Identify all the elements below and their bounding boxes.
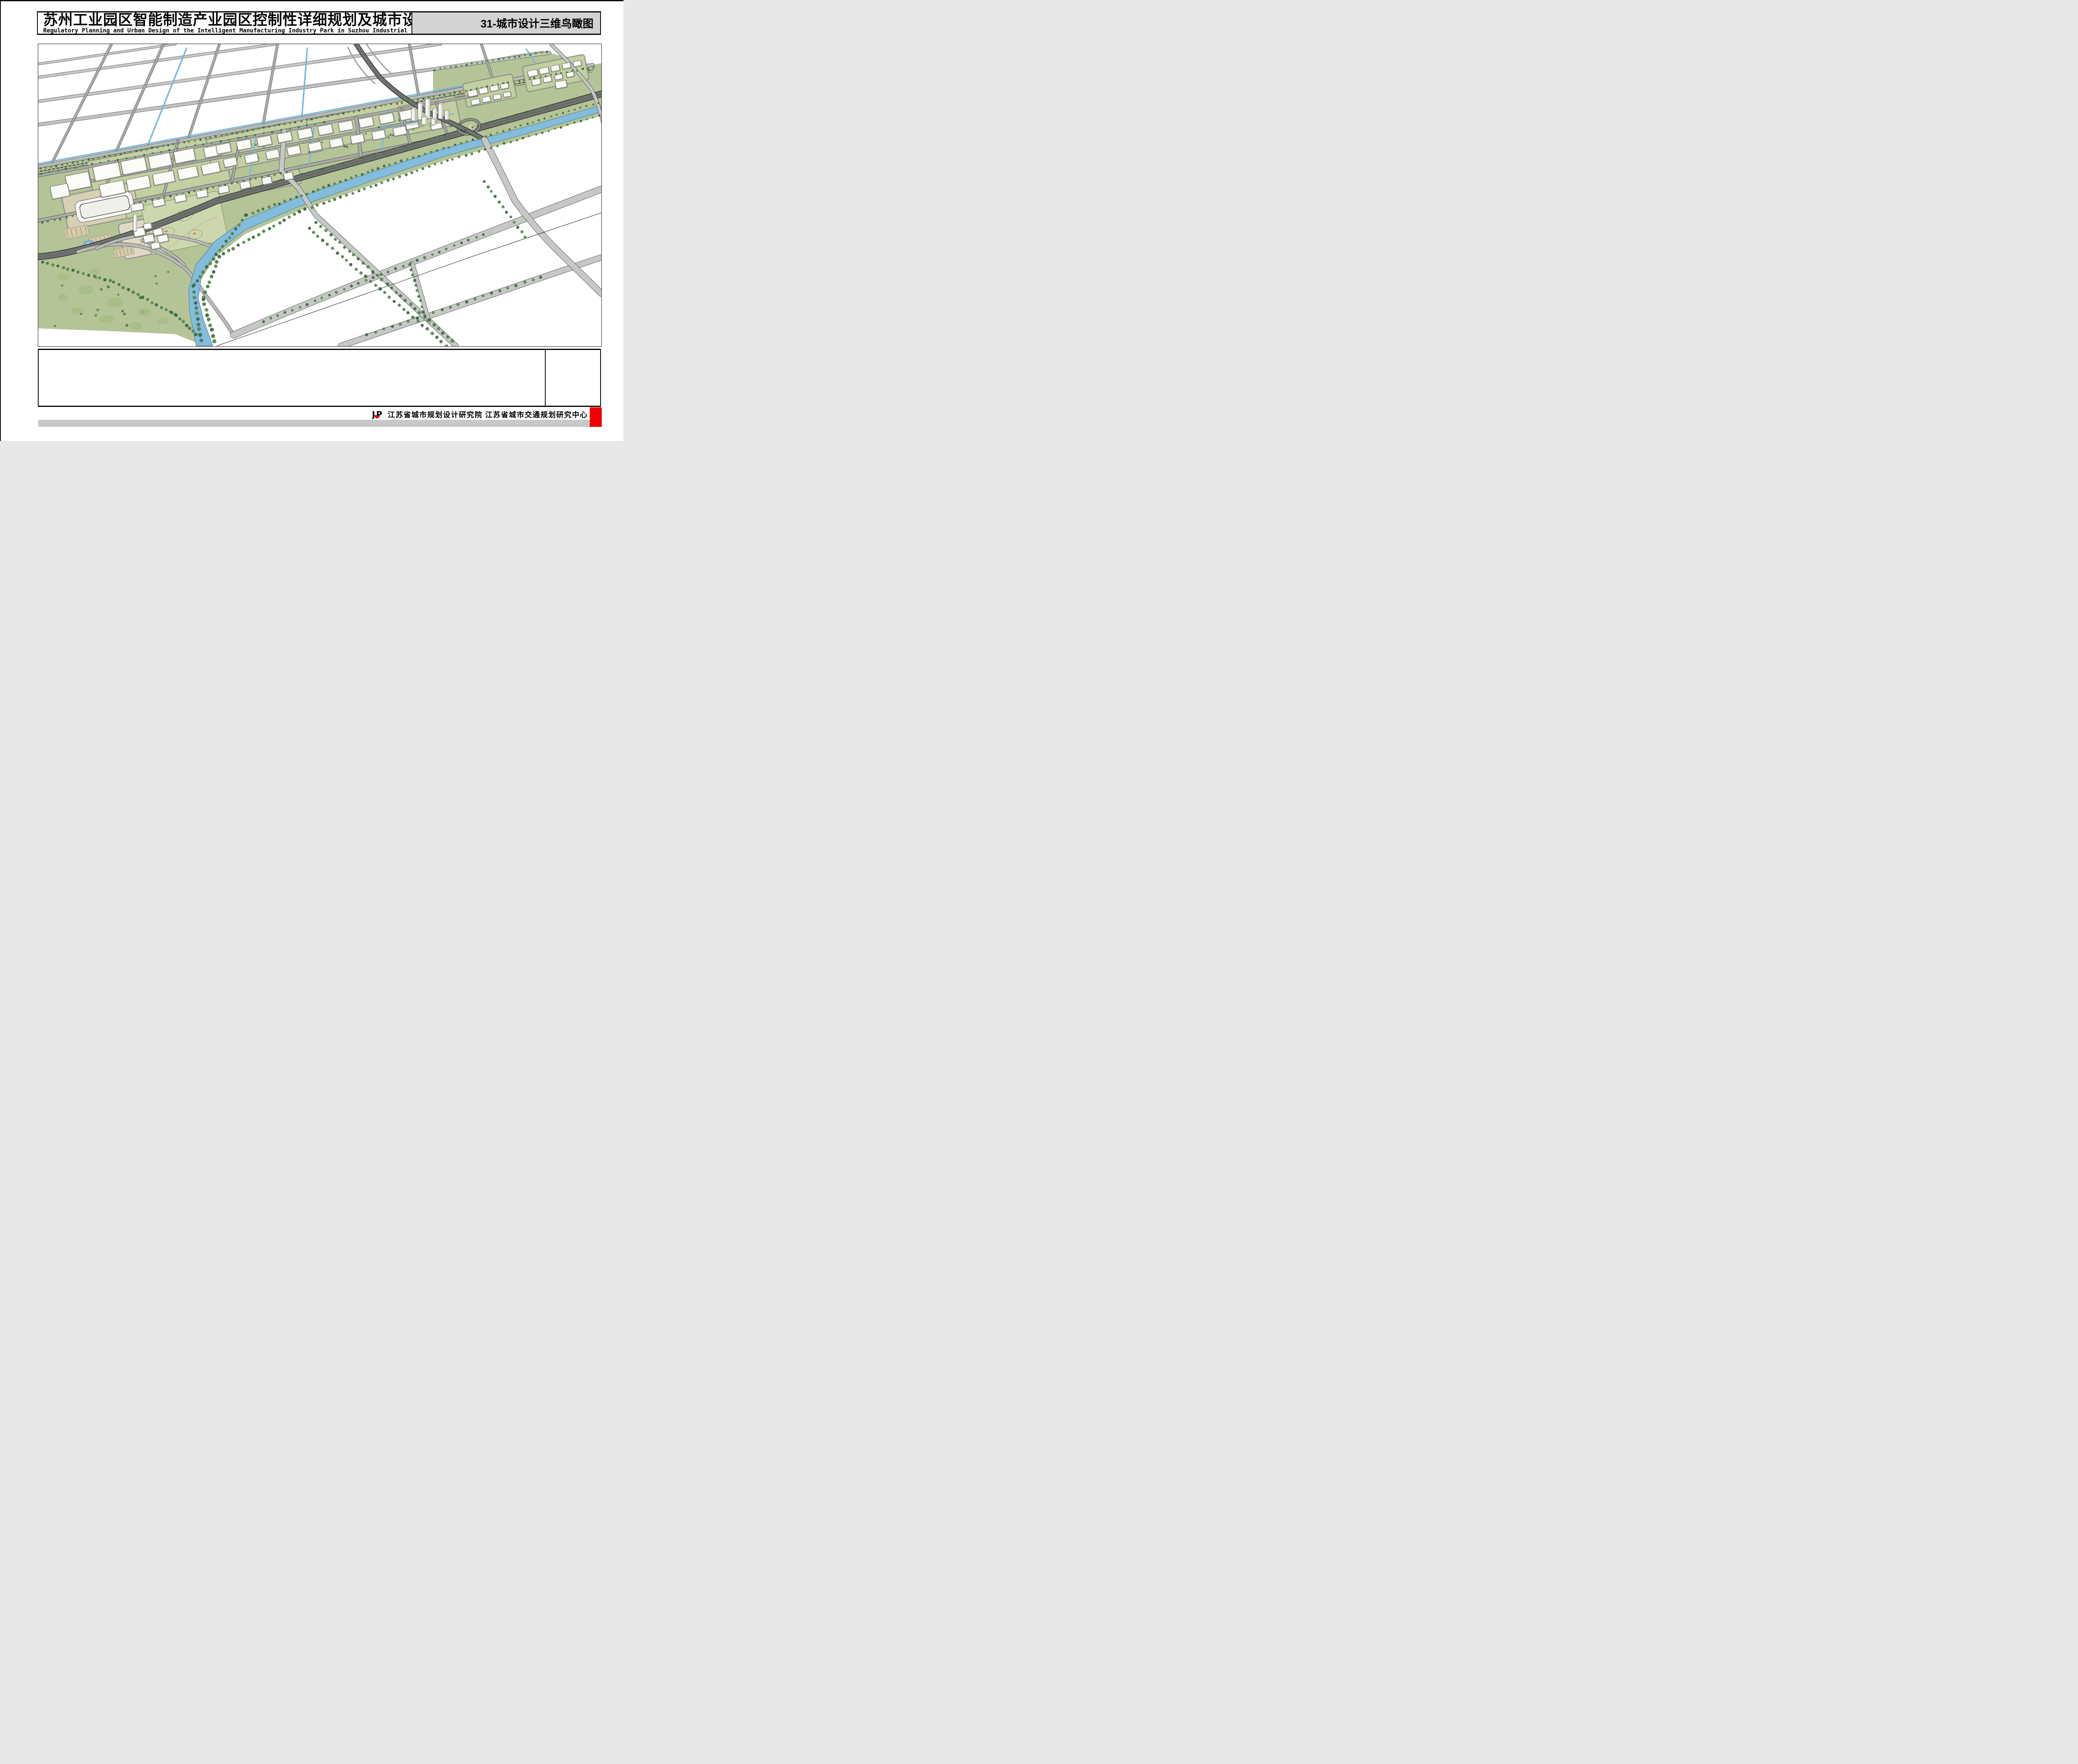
red-corner-mark bbox=[590, 407, 602, 427]
title-cell: 苏州工业园区智能制造产业园区控制性详细规划及城市设计 Regulatory Pl… bbox=[38, 12, 411, 34]
page-left-rule bbox=[0, 0, 1, 441]
project-title: 苏州工业园区智能制造产业园区控制性详细规划及城市设计 bbox=[43, 13, 409, 28]
sheet-number-cell: 31-城市设计三维鸟瞰图 bbox=[411, 12, 600, 34]
page-top-rule bbox=[0, 0, 623, 1]
project-subtitle-en: Regulatory Planning and Urban Design of … bbox=[43, 28, 409, 34]
institute-names: 江苏省城市规划设计研究院 江苏省城市交通规划研究中心 bbox=[388, 409, 588, 420]
jsupdi-logo-icon: J P bbox=[372, 410, 384, 419]
aerial-rendering bbox=[38, 44, 601, 346]
sheet-label: 31-城市设计三维鸟瞰图 bbox=[480, 15, 593, 31]
footer: J P 江苏省城市规划设计研究院 江苏省城市交通规划研究中心 bbox=[372, 409, 588, 420]
empty-notes-panel bbox=[38, 349, 601, 407]
panel-divider-line bbox=[545, 350, 546, 406]
plan-sheet: 苏州工业园区智能制造产业园区控制性详细规划及城市设计 Regulatory Pl… bbox=[0, 0, 623, 441]
svg-text:J: J bbox=[372, 410, 375, 419]
title-block: 苏州工业园区智能制造产业园区控制性详细规划及城市设计 Regulatory Pl… bbox=[37, 11, 601, 35]
aerial-rendering-frame bbox=[38, 44, 602, 347]
bottom-gray-bar bbox=[38, 420, 590, 427]
